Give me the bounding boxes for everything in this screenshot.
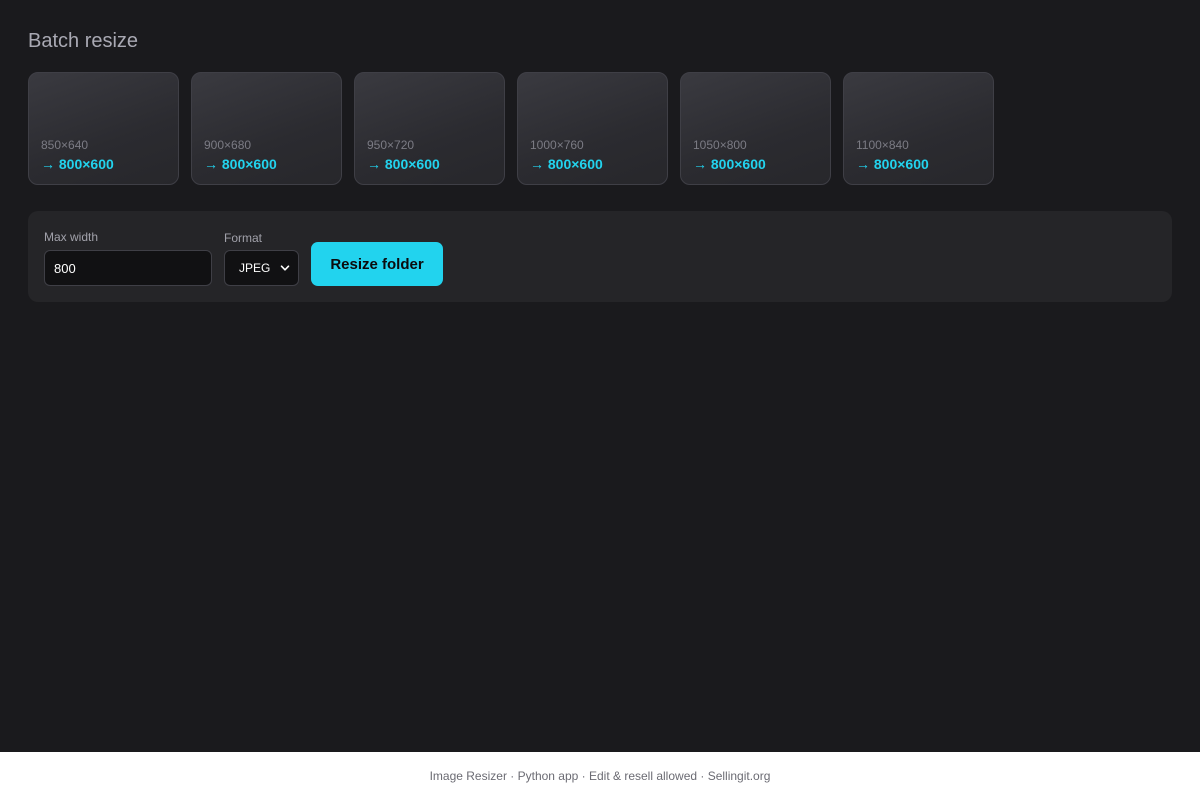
format-selected-value: JPEG (239, 261, 271, 275)
image-thumbnail[interactable]: 1000×760 → 800×600 (517, 72, 668, 185)
image-thumbnail[interactable]: 1050×800 → 800×600 (680, 72, 831, 185)
max-width-input[interactable] (44, 250, 212, 286)
original-dimensions: 1100×840 (856, 138, 909, 152)
footer: Image Resizer · Python app · Edit & rese… (0, 752, 1200, 800)
original-dimensions: 1050×800 (693, 138, 747, 152)
image-thumbnail[interactable]: 850×640 → 800×600 (28, 72, 179, 185)
target-dimensions: → 800×600 (367, 156, 440, 172)
image-thumbnail[interactable]: 900×680 → 800×600 (191, 72, 342, 185)
max-width-label: Max width (44, 230, 99, 244)
target-dimensions: → 800×600 (693, 156, 766, 172)
app-window: Batch resize 850×640 → 800×600 900×680 →… (0, 0, 1200, 752)
format-label: Format (224, 231, 263, 245)
chevron-down-icon (280, 265, 290, 271)
original-dimensions: 1000×760 (530, 138, 584, 152)
target-dimensions: → 800×600 (530, 156, 603, 172)
image-thumbnail[interactable]: 950×720 → 800×600 (354, 72, 505, 185)
page-title: Batch resize (28, 30, 139, 52)
target-dimensions: → 800×600 (204, 156, 277, 172)
image-thumbnail-grid: 850×640 → 800×600 900×680 → 800×600 950×… (28, 72, 994, 185)
target-dimensions: → 800×600 (856, 156, 929, 172)
target-dimensions: → 800×600 (41, 156, 114, 172)
resize-controls-panel: Max width Format JPEG Resize folder (28, 211, 1172, 302)
footer-text: Image Resizer · Python app · Edit & rese… (429, 769, 708, 783)
original-dimensions: 950×720 (367, 138, 415, 152)
image-thumbnail[interactable]: 1100×840 → 800×600 (843, 72, 994, 185)
resize-folder-button[interactable]: Resize folder (311, 242, 443, 286)
footer-link[interactable]: Sellingit.org (708, 769, 771, 783)
original-dimensions: 850×640 (41, 138, 89, 152)
original-dimensions: 900×680 (204, 138, 252, 152)
format-select[interactable]: JPEG (224, 250, 299, 286)
